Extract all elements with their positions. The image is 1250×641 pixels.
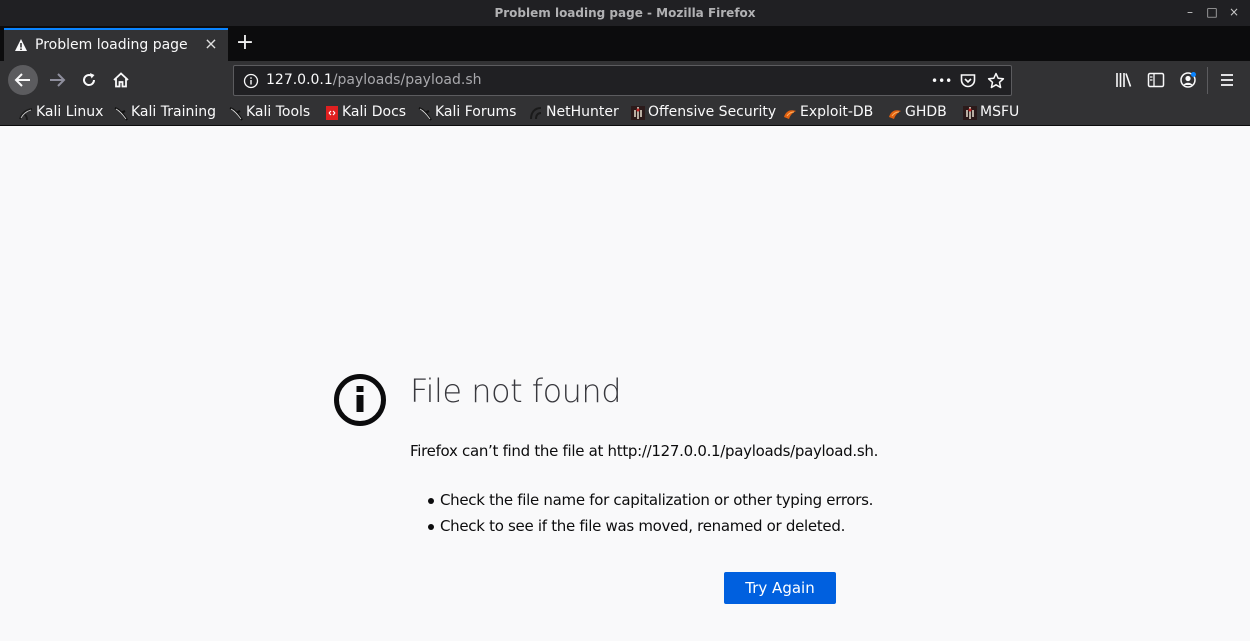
back-button[interactable] xyxy=(8,65,38,95)
error-title: File not found xyxy=(410,372,622,410)
bookmark-label: Exploit-DB xyxy=(800,104,874,120)
info-icon xyxy=(334,374,386,426)
bookmark-label: GHDB xyxy=(905,104,947,120)
back-arrow-icon xyxy=(14,73,30,87)
bookmark-label: Kali Tools xyxy=(246,104,311,120)
nethunter-icon xyxy=(530,107,542,120)
toolbar-separator xyxy=(1207,67,1208,94)
pocket-icon[interactable] xyxy=(959,72,977,90)
tab-close-icon[interactable]: × xyxy=(203,36,219,52)
bookmark-label: MSFU xyxy=(980,104,1020,120)
url-bar[interactable]: 127.0.0.1/payloads/payload.sh ••• xyxy=(233,65,1012,96)
navigation-toolbar: 127.0.0.1/payloads/payload.sh ••• xyxy=(0,61,1250,100)
offsec-icon xyxy=(631,106,645,120)
kali-dragon-icon xyxy=(418,106,432,121)
url-path: /payloads/payload.sh xyxy=(332,72,482,88)
kali-dragon-icon xyxy=(229,106,243,121)
window-title: Problem loading page - Mozilla Firefox xyxy=(494,6,756,20)
sidebar-icon[interactable] xyxy=(1147,71,1165,89)
exploit-db-icon xyxy=(784,110,796,119)
window-titlebar: Problem loading page - Mozilla Firefox –… xyxy=(0,0,1250,26)
error-tips-list: Check the file name for capitalization o… xyxy=(428,491,873,543)
bookmark-label: Kali Training xyxy=(131,104,216,120)
reload-icon xyxy=(83,73,96,86)
bullet-icon xyxy=(428,498,434,504)
bookmark-label: Offensive Security xyxy=(648,104,777,120)
warning-icon xyxy=(15,39,27,51)
bookmark-label: Kali Linux xyxy=(36,104,104,120)
bookmark-label: Kali Forums xyxy=(435,104,517,120)
window-close-button[interactable]: × xyxy=(1226,4,1242,20)
try-again-button[interactable]: Try Again xyxy=(724,572,836,604)
hamburger-menu-icon[interactable] xyxy=(1218,71,1236,89)
url-text[interactable]: 127.0.0.1/payloads/payload.sh xyxy=(266,72,482,88)
tab-problem-loading[interactable]: Problem loading page × xyxy=(4,28,228,61)
tab-strip: Problem loading page × + xyxy=(0,26,1250,61)
tab-label: Problem loading page xyxy=(35,37,188,53)
library-icon[interactable] xyxy=(1115,71,1133,89)
bookmarks-toolbar: Kali Linux Kali Training Kali Tools Kali… xyxy=(0,100,1250,126)
ghdb-icon xyxy=(889,110,901,119)
account-icon[interactable] xyxy=(1179,71,1197,89)
bullet-icon xyxy=(428,524,434,530)
minimize-button[interactable]: – xyxy=(1182,4,1198,20)
msfu-icon xyxy=(963,106,977,120)
maximize-button[interactable]: □ xyxy=(1204,4,1220,20)
home-button[interactable] xyxy=(106,65,136,95)
page-content: File not found Firefox can’t find the fi… xyxy=(3,127,1247,641)
home-icon xyxy=(113,72,129,88)
list-item: Check the file name for capitalization o… xyxy=(428,491,873,517)
new-tab-button[interactable]: + xyxy=(234,32,256,54)
url-host: 127.0.0.1 xyxy=(266,72,333,88)
kali-docs-icon xyxy=(326,106,338,120)
forward-arrow-icon xyxy=(50,73,66,87)
reload-button[interactable] xyxy=(74,65,104,95)
bookmark-label: NetHunter xyxy=(546,104,619,120)
list-item: Check to see if the file was moved, rena… xyxy=(428,517,873,543)
error-description: Firefox can’t find the file at http://12… xyxy=(410,442,879,460)
tip-text: Check to see if the file was moved, rena… xyxy=(440,517,846,535)
forward-button[interactable] xyxy=(42,65,72,95)
bookmark-star-icon[interactable] xyxy=(987,72,1005,90)
page-actions-icon[interactable]: ••• xyxy=(931,74,952,92)
bookmark-label: Kali Docs xyxy=(342,104,407,120)
kali-dragon-icon xyxy=(19,108,33,121)
tip-text: Check the file name for capitalization o… xyxy=(440,491,874,509)
site-info-icon[interactable] xyxy=(243,73,259,89)
kali-dragon-icon xyxy=(114,106,128,121)
